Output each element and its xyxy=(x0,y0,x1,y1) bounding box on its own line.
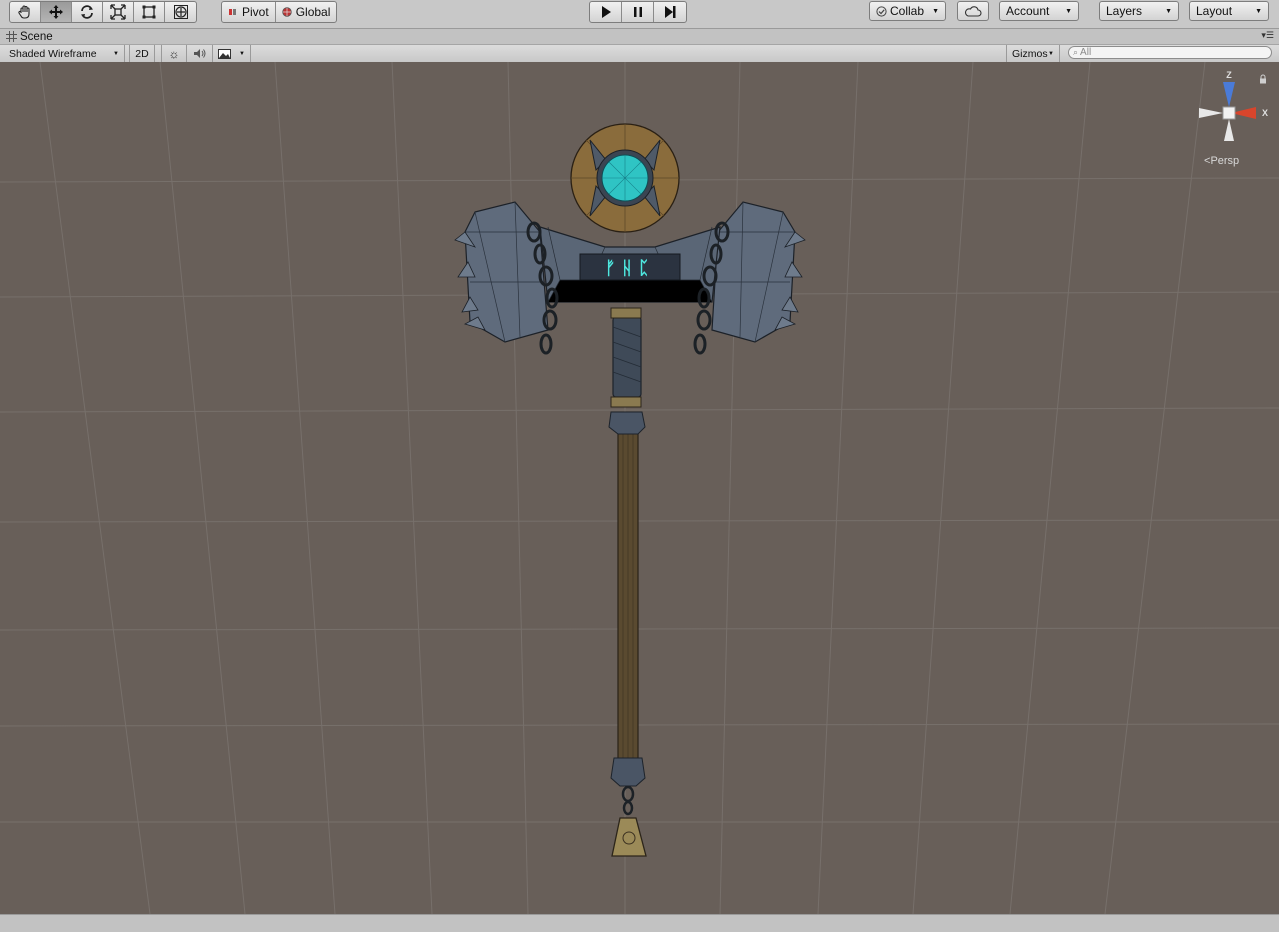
pivot-label: Pivot xyxy=(242,5,269,19)
play-icon xyxy=(601,6,611,18)
tab-scene[interactable]: Scene xyxy=(6,29,53,44)
pause-icon xyxy=(633,7,642,17)
scene-viewport[interactable]: ᚠᚺᛈ Z X <Persp xyxy=(0,62,1279,914)
cloud-icon xyxy=(964,5,982,17)
draw-mode-label: Shaded Wireframe xyxy=(9,47,97,60)
layout-label: Layout xyxy=(1196,4,1233,18)
dropdown-arrow-icon: ▼ xyxy=(1048,50,1054,57)
search-input[interactable]: ⌕ All xyxy=(1068,46,1272,59)
gizmo-center-cube[interactable] xyxy=(1222,106,1236,120)
gizmos-dropdown[interactable]: Gizmos ▼ xyxy=(1006,45,1060,62)
cloud-button[interactable] xyxy=(957,1,989,21)
scene-toolbar: Shaded Wireframe ▼ 2D ☼ ▼ Gizmos ▼ ⌕ All xyxy=(0,44,1279,63)
hammer-model[interactable]: ᚠᚺᛈ xyxy=(0,62,1279,914)
z-axis-label: Z xyxy=(1226,70,1232,80)
audio-toggle[interactable] xyxy=(187,45,213,62)
collab-label: Collab xyxy=(890,4,925,18)
status-bar xyxy=(0,914,1279,932)
dropdown-arrow-icon: ▼ xyxy=(113,50,119,57)
rune-inscription: ᚠᚺᛈ xyxy=(605,258,655,279)
projection-toggle[interactable]: <Persp xyxy=(1204,155,1239,167)
scale-icon xyxy=(110,4,126,20)
dropdown-arrow-icon: ▼ xyxy=(932,7,939,15)
gizmos-label: Gizmos xyxy=(1012,47,1048,60)
layers-dropdown[interactable]: Layers ▼ xyxy=(1099,1,1179,21)
globe-icon xyxy=(281,7,292,17)
check-circle-icon xyxy=(876,5,887,17)
lock-icon[interactable] xyxy=(1259,73,1267,87)
transform-tools xyxy=(9,1,197,23)
rect-tool-button[interactable] xyxy=(134,2,165,22)
hand-tool-button[interactable] xyxy=(10,2,41,22)
2d-label: 2D xyxy=(135,47,149,60)
move-icon xyxy=(49,5,63,19)
transform-tool-button[interactable] xyxy=(165,2,196,22)
projection-label: Persp xyxy=(1210,155,1240,167)
global-button[interactable]: Global xyxy=(276,2,337,22)
dropdown-arrow-icon: ▼ xyxy=(1165,7,1172,15)
draw-mode-dropdown[interactable]: Shaded Wireframe ▼ xyxy=(4,45,125,62)
neg-x-axis-cone[interactable] xyxy=(1199,108,1223,118)
speaker-icon xyxy=(193,49,205,58)
neg-z-axis-cone[interactable] xyxy=(1224,119,1234,141)
hand-icon xyxy=(18,5,30,19)
layout-dropdown[interactable]: Layout ▼ xyxy=(1189,1,1269,21)
search-placeholder: All xyxy=(1080,47,1092,58)
dropdown-arrow-icon: ▼ xyxy=(1255,7,1262,15)
hammer-grip xyxy=(612,316,642,398)
step-button[interactable] xyxy=(654,2,686,22)
dropdown-arrow-icon: ▼ xyxy=(239,50,245,57)
pivot-group: Pivot Global xyxy=(221,1,338,23)
x-axis-label: X xyxy=(1262,108,1268,118)
search-icon: ⌕ xyxy=(1073,47,1079,57)
rect-icon xyxy=(142,5,156,19)
scene-grid-icon xyxy=(6,31,17,42)
lighting-toggle[interactable]: ☼ xyxy=(161,45,187,62)
layers-label: Layers xyxy=(1106,4,1143,18)
global-label: Global xyxy=(295,5,331,19)
account-dropdown[interactable]: Account ▼ xyxy=(999,1,1079,21)
play-button[interactable] xyxy=(590,2,622,22)
dropdown-arrow-icon: ▼ xyxy=(1065,7,1072,15)
playback-controls xyxy=(589,1,687,23)
z-axis-cone[interactable] xyxy=(1223,82,1235,107)
move-tool-button[interactable] xyxy=(41,2,72,22)
account-label: Account xyxy=(1006,4,1050,18)
pivot-icon xyxy=(229,9,236,15)
pivot-button[interactable]: Pivot xyxy=(222,2,276,22)
image-icon xyxy=(218,48,231,59)
rotate-icon xyxy=(81,5,93,19)
collab-dropdown[interactable]: Collab ▼ xyxy=(869,1,946,21)
tab-bar: Scene ▾☰ xyxy=(0,29,1279,44)
scale-tool-button[interactable] xyxy=(103,2,134,22)
main-toolbar: Pivot Global Collab ▼ Account ▼ Layers ▼… xyxy=(0,0,1279,29)
effects-dropdown[interactable]: ▼ xyxy=(213,45,251,62)
step-icon xyxy=(665,6,676,18)
rotate-tool-button[interactable] xyxy=(72,2,103,22)
sun-icon: ☼ xyxy=(168,46,180,61)
tab-menu-icon[interactable]: ▾☰ xyxy=(1261,31,1274,41)
pause-button[interactable] xyxy=(622,2,654,22)
2d-toggle[interactable]: 2D xyxy=(129,45,155,62)
transform-icon xyxy=(173,5,188,19)
tab-scene-label: Scene xyxy=(20,30,53,43)
hammer-bell xyxy=(611,817,647,857)
